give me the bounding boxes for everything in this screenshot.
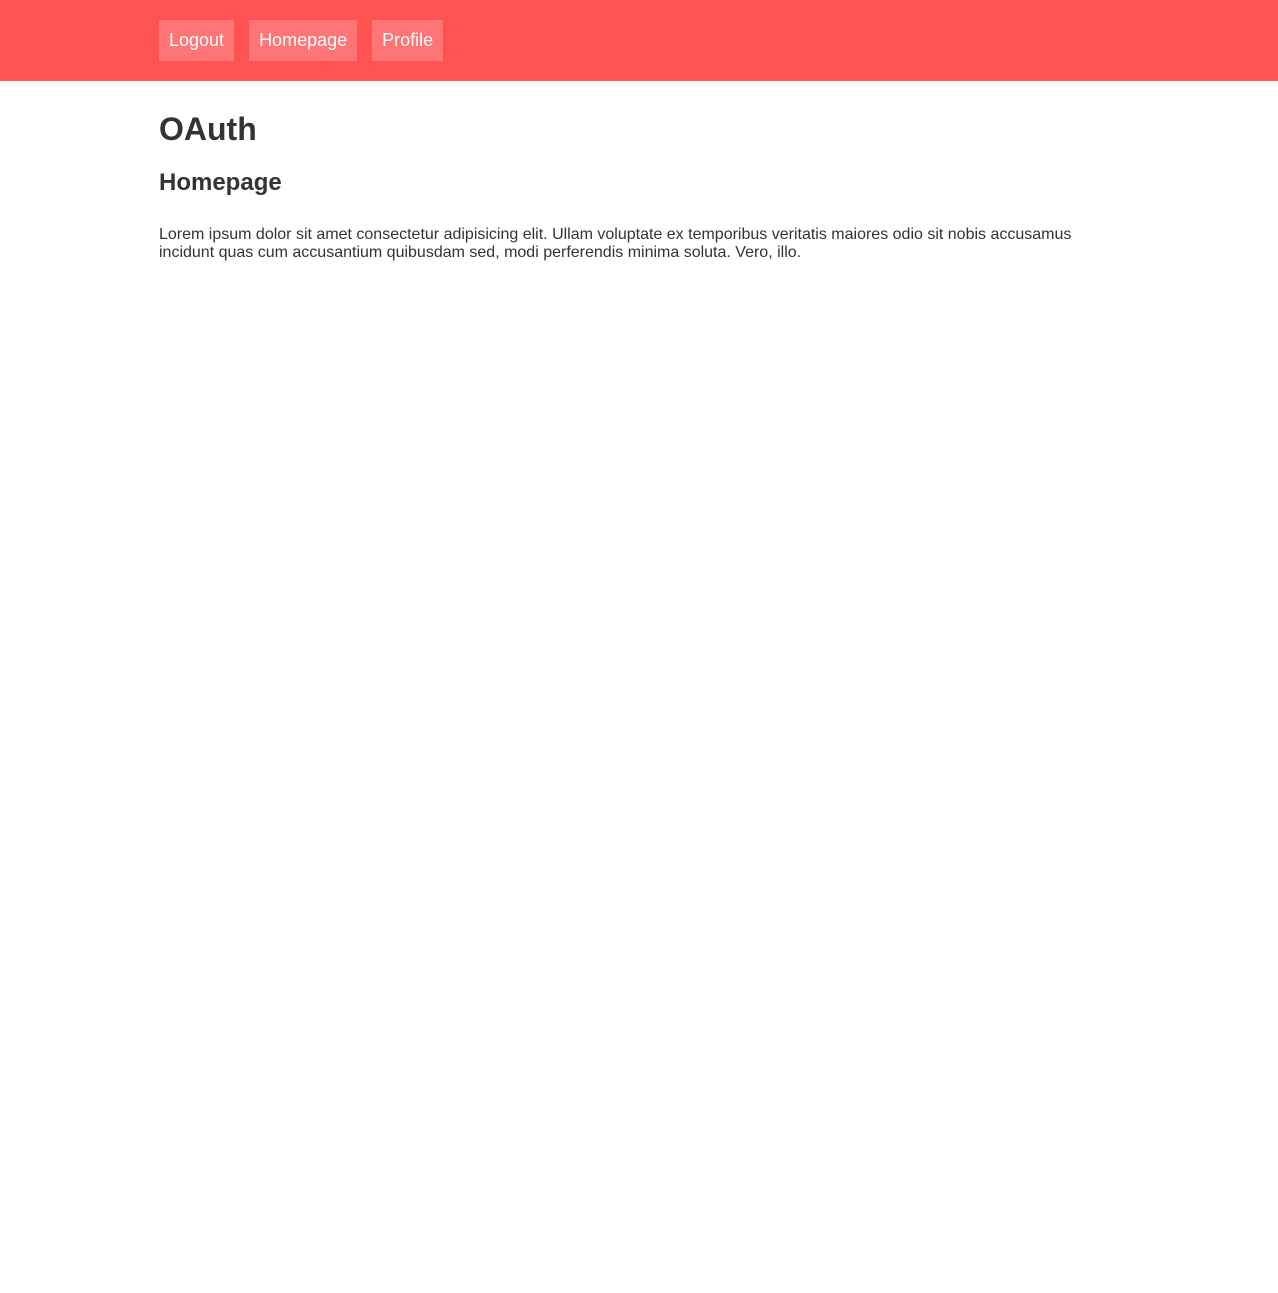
page-title: OAuth [159, 111, 257, 147]
homepage-link[interactable]: Homepage [249, 20, 358, 61]
intro-paragraph: Lorem ipsum dolor sit amet consectetur a… [159, 226, 1072, 261]
page-subtitle: Homepage [159, 169, 282, 196]
top-navbar: Logout Homepage Profile [0, 0, 1278, 81]
profile-link[interactable]: Profile [372, 20, 444, 61]
nav-links: Logout Homepage Profile [159, 20, 444, 61]
logout-link[interactable]: Logout [159, 20, 235, 61]
